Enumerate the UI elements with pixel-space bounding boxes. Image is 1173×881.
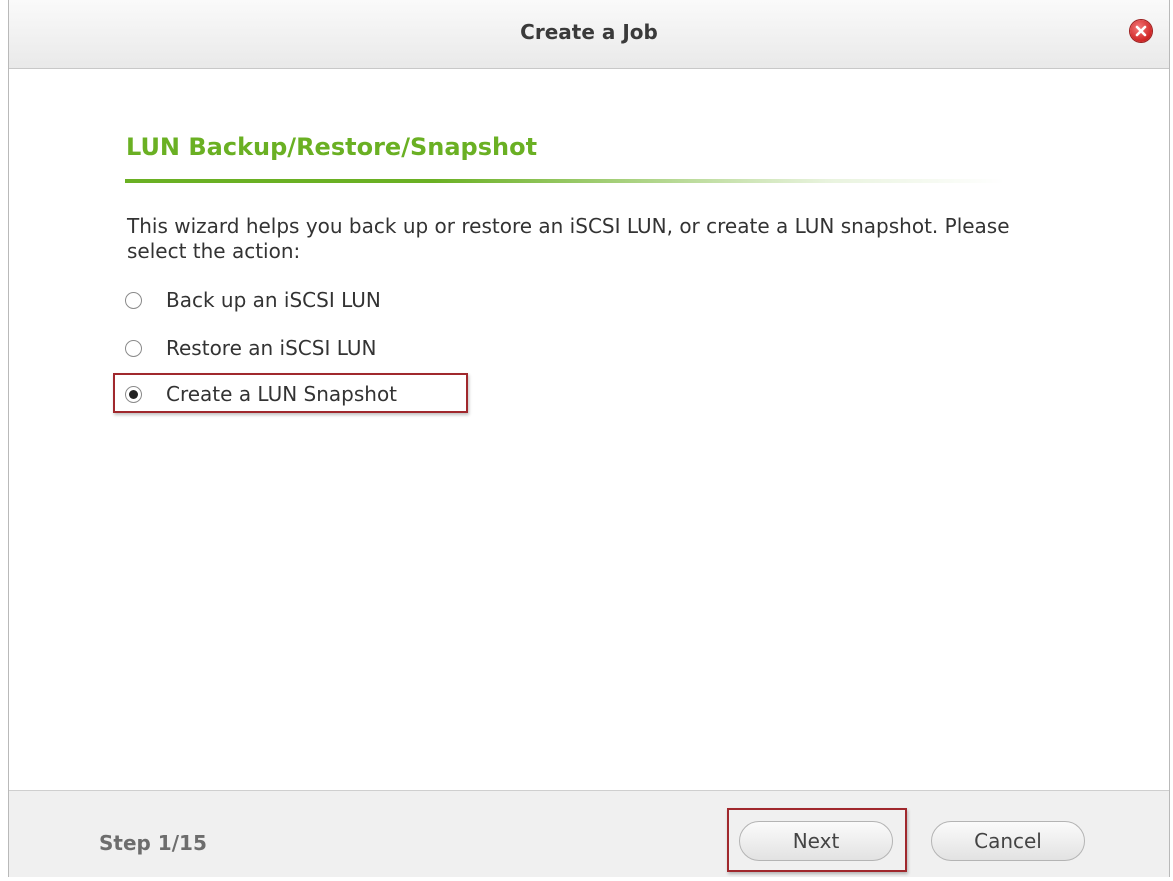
dialog-footer: Step 1/15 Next Cancel — [9, 790, 1169, 877]
dialog-titlebar: Create a Job — [9, 0, 1169, 69]
radio-back-up-lun[interactable] — [125, 291, 142, 309]
step-indicator: Step 1/15 — [99, 831, 207, 855]
selection-highlight-box — [113, 373, 468, 413]
create-job-dialog: Create a Job LUN Backup/Restore/Snapshot… — [8, 0, 1170, 877]
dialog-content: LUN Backup/Restore/Snapshot This wizard … — [9, 69, 1169, 790]
radio-restore-lun[interactable] — [125, 339, 142, 357]
dialog-title: Create a Job — [520, 20, 658, 44]
cancel-button[interactable]: Cancel — [931, 821, 1085, 861]
option-label: Back up an iSCSI LUN — [166, 288, 381, 312]
option-restore-lun[interactable]: Restore an iSCSI LUN — [125, 331, 376, 365]
next-button[interactable]: Next — [739, 821, 893, 861]
heading-divider — [125, 179, 1005, 183]
option-label: Restore an iSCSI LUN — [166, 336, 377, 360]
wizard-description: This wizard helps you back up or restore… — [127, 214, 1010, 263]
option-back-up-lun[interactable]: Back up an iSCSI LUN — [125, 283, 381, 317]
close-icon[interactable] — [1130, 20, 1152, 42]
section-heading: LUN Backup/Restore/Snapshot — [126, 133, 538, 161]
close-x-glyph — [1135, 25, 1147, 37]
